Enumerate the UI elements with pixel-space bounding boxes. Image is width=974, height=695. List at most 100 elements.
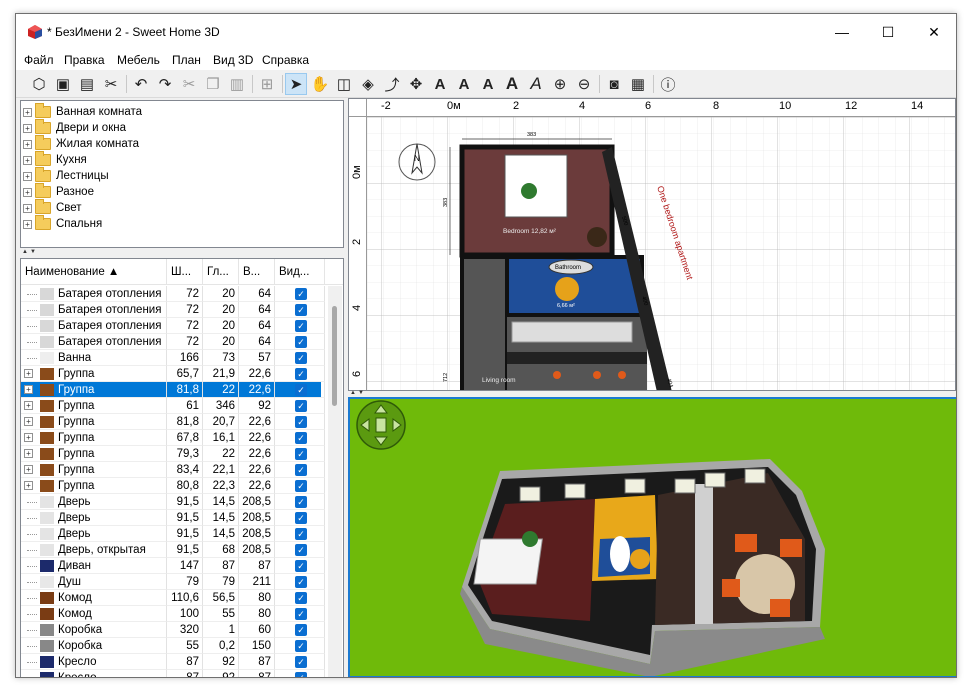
furniture-row[interactable]: Дверь 91,5 14,5 208,5 ✓ [21, 494, 325, 510]
redo-icon[interactable]: ↷ [154, 73, 176, 95]
visible-checkbox[interactable]: ✓ [295, 464, 307, 476]
cut-icon[interactable]: ✂ [100, 73, 122, 95]
furniture-row[interactable]: Комод 100 55 80 ✓ [21, 606, 325, 622]
column-depth[interactable]: Гл... [203, 259, 239, 285]
save-icon[interactable]: ▤ [76, 73, 98, 95]
furniture-row[interactable]: + Группа 67,8 16,1 22,6 ✓ [21, 430, 325, 446]
expand-icon[interactable]: + [24, 369, 33, 378]
visible-checkbox[interactable]: ✓ [295, 656, 307, 668]
column-name[interactable]: Наименование ▲ [21, 259, 167, 285]
visible-checkbox[interactable]: ✓ [295, 608, 307, 620]
bold-icon[interactable]: A [501, 73, 523, 95]
furniture-row[interactable]: Дверь 91,5 14,5 208,5 ✓ [21, 510, 325, 526]
navigation-arrows-icon[interactable] [356, 400, 406, 450]
visible-checkbox[interactable]: ✓ [295, 640, 307, 652]
increase-text-icon[interactable]: A [453, 73, 475, 95]
visible-checkbox[interactable]: ✓ [295, 432, 307, 444]
create-photo-icon[interactable]: ◙ [603, 73, 625, 95]
furniture-row[interactable]: Батарея отопления 72 20 64 ✓ [21, 286, 325, 302]
catalog-category[interactable]: + Лестницы [23, 167, 109, 184]
vertical-scrollbar[interactable] [328, 286, 342, 677]
menu-file[interactable]: Файл [24, 53, 54, 67]
paste-icon[interactable]: ▥ [226, 73, 248, 95]
visible-checkbox[interactable]: ✓ [295, 624, 307, 636]
help-icon[interactable]: ⓘ [657, 73, 679, 95]
furniture-row[interactable]: Дверь, открытая 91,5 68 208,5 ✓ [21, 542, 325, 558]
expand-icon[interactable]: + [23, 107, 32, 117]
visible-checkbox[interactable]: ✓ [295, 288, 307, 300]
expand-icon[interactable]: + [24, 465, 33, 474]
expand-icon[interactable]: + [23, 203, 32, 213]
cut2-icon[interactable]: ✂ [178, 73, 200, 95]
expand-icon[interactable]: + [23, 171, 32, 181]
menu-3d-view[interactable]: Вид 3D [213, 53, 253, 67]
menu-furniture[interactable]: Мебель [117, 53, 160, 67]
furniture-row[interactable]: Коробка 320 1 60 ✓ [21, 622, 325, 638]
maximize-button[interactable]: ☐ [865, 14, 911, 50]
visible-checkbox[interactable]: ✓ [295, 592, 307, 604]
catalog-category[interactable]: + Спальня [23, 215, 102, 232]
menu-help[interactable]: Справка [262, 53, 309, 67]
visible-checkbox[interactable]: ✓ [295, 560, 307, 572]
expand-icon[interactable]: + [23, 123, 32, 133]
new-home-icon[interactable]: ⬡ [28, 73, 50, 95]
expand-icon[interactable]: + [24, 433, 33, 442]
furniture-row[interactable]: Коробка 55 0,2 150 ✓ [21, 638, 325, 654]
visible-checkbox[interactable]: ✓ [295, 352, 307, 364]
catalog-category[interactable]: + Разное [23, 183, 94, 200]
visible-checkbox[interactable]: ✓ [295, 480, 307, 492]
zoom-out-icon[interactable]: ⊖ [573, 73, 595, 95]
visible-checkbox[interactable]: ✓ [295, 496, 307, 508]
close-button[interactable]: ✕ [911, 14, 956, 50]
expand-icon[interactable]: + [23, 187, 32, 197]
furniture-row[interactable]: + Группа 80,8 22,3 22,6 ✓ [21, 478, 325, 494]
visible-checkbox[interactable]: ✓ [295, 336, 307, 348]
furniture-row[interactable]: + Группа 81,8 20,7 22,6 ✓ [21, 414, 325, 430]
create-video-icon[interactable]: ▦ [627, 73, 649, 95]
expand-icon[interactable]: + [24, 401, 33, 410]
catalog-category[interactable]: + Жилая комната [23, 135, 139, 152]
expand-icon[interactable]: + [24, 385, 33, 394]
furniture-row[interactable]: + Группа 79,3 22 22,6 ✓ [21, 446, 325, 462]
plan-canvas[interactable]: N Bedroom 12,82 м² Bathroom 6,66 м² Livi… [367, 117, 956, 391]
copy-icon[interactable]: ❐ [202, 73, 224, 95]
furniture-row[interactable]: + Группа 65,7 21,9 22,6 ✓ [21, 366, 325, 382]
create-rooms-icon[interactable]: ◈ [357, 73, 379, 95]
furniture-row[interactable]: Дверь 91,5 14,5 208,5 ✓ [21, 526, 325, 542]
catalog-category[interactable]: + Двери и окна [23, 119, 126, 136]
furniture-row[interactable]: Кресло 87 92 87 ✓ [21, 670, 325, 677]
visible-checkbox[interactable]: ✓ [295, 528, 307, 540]
furniture-row[interactable]: Диван 147 87 87 ✓ [21, 558, 325, 574]
furniture-row[interactable]: + Группа 61 346 92 ✓ [21, 398, 325, 414]
3d-canvas[interactable] [350, 399, 956, 676]
expand-icon[interactable]: + [24, 417, 33, 426]
visible-checkbox[interactable]: ✓ [295, 672, 307, 677]
undo-icon[interactable]: ↶ [130, 73, 152, 95]
visible-checkbox[interactable]: ✓ [295, 512, 307, 524]
pan-icon[interactable]: ✋ [309, 73, 331, 95]
furniture-row[interactable]: Батарея отопления 72 20 64 ✓ [21, 318, 325, 334]
decrease-text-icon[interactable]: A [477, 73, 499, 95]
zoom-in-icon[interactable]: ⊕ [549, 73, 571, 95]
visible-checkbox[interactable]: ✓ [295, 544, 307, 556]
visible-checkbox[interactable]: ✓ [295, 320, 307, 332]
visible-checkbox[interactable]: ✓ [295, 400, 307, 412]
catalog-category[interactable]: + Ванная комната [23, 103, 142, 120]
visible-checkbox[interactable]: ✓ [295, 304, 307, 316]
visible-checkbox[interactable]: ✓ [295, 576, 307, 588]
expand-icon[interactable]: + [24, 481, 33, 490]
furniture-row[interactable]: Комод 110,6 56,5 80 ✓ [21, 590, 325, 606]
open-icon[interactable]: ▣ [52, 73, 74, 95]
furniture-row[interactable]: Батарея отопления 72 20 64 ✓ [21, 302, 325, 318]
expand-icon[interactable]: + [23, 139, 32, 149]
menu-edit[interactable]: Правка [64, 53, 105, 67]
column-height[interactable]: В... [239, 259, 275, 285]
minimize-button[interactable]: — [819, 14, 865, 50]
expand-icon[interactable]: + [23, 219, 32, 229]
furniture-row[interactable]: Кресло 87 92 87 ✓ [21, 654, 325, 670]
menu-plan[interactable]: План [172, 53, 201, 67]
create-polylines-icon[interactable]: ⤴ [381, 73, 403, 95]
column-visible[interactable]: Вид... [275, 259, 325, 285]
add-text-icon[interactable]: A [429, 73, 451, 95]
furniture-row[interactable]: Батарея отопления 72 20 64 ✓ [21, 334, 325, 350]
